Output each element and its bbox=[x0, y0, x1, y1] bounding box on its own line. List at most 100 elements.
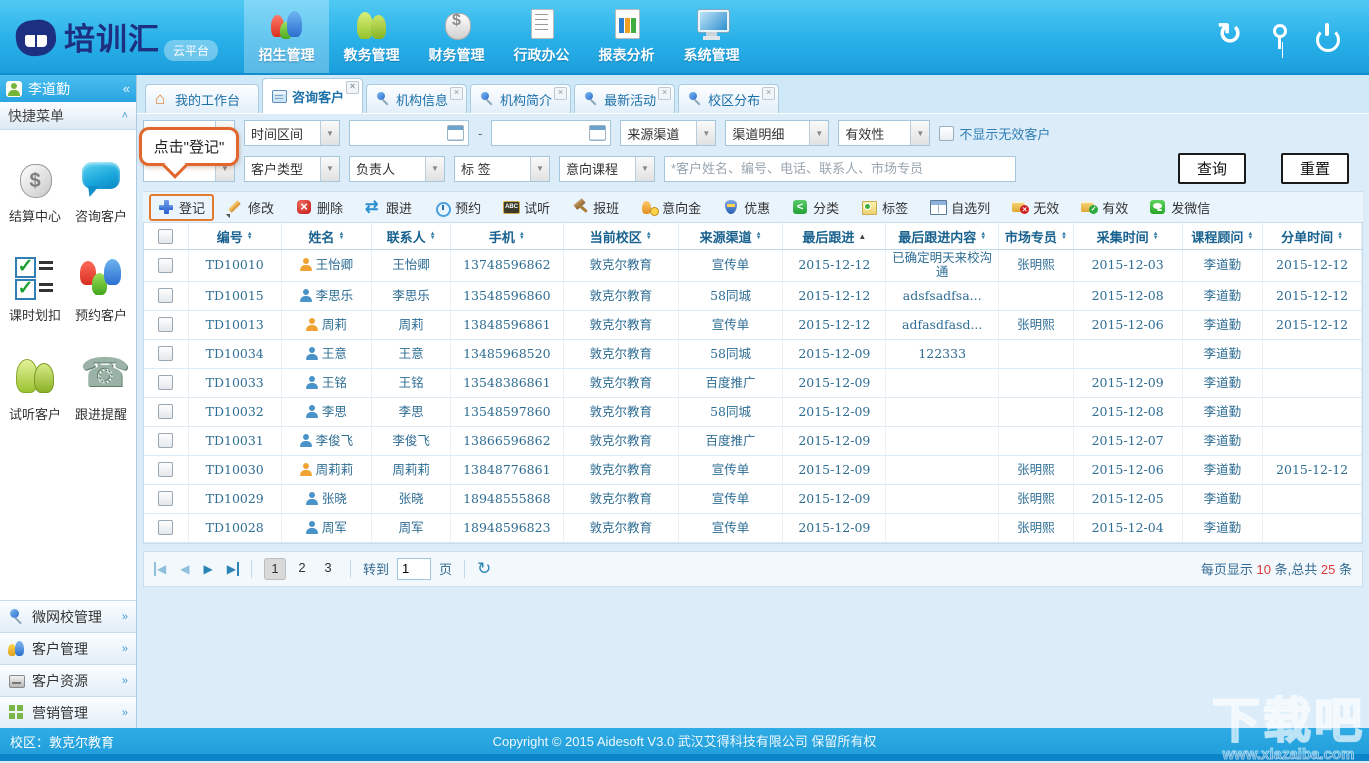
page-number-2[interactable]: 2 bbox=[292, 558, 312, 578]
valid-button[interactable]: 有效 bbox=[1072, 196, 1137, 219]
calendar-icon[interactable] bbox=[589, 125, 606, 141]
tab-org-intro[interactable]: 机构简介× bbox=[470, 84, 571, 113]
customer-search-input[interactable] bbox=[664, 156, 1016, 182]
invalid-button[interactable]: 无效 bbox=[1003, 196, 1068, 219]
row-checkbox[interactable] bbox=[158, 433, 173, 448]
sort-asc-icon[interactable]: ▲ bbox=[858, 232, 866, 241]
table-row[interactable]: TD10010王怡卿王怡卿13748596862敦克尔教育宣传单2015-12-… bbox=[144, 250, 1362, 282]
sort-both-icon[interactable]: ▲▼ bbox=[980, 232, 986, 240]
quick-item-settlement-center[interactable]: 结算中心 bbox=[3, 156, 67, 225]
quick-menu-header[interactable]: 快捷菜单 ˄ bbox=[0, 102, 136, 130]
filter-select-owner[interactable]: 负责人 ▼ bbox=[349, 156, 445, 182]
sidebar-item-marketing[interactable]: 营销管理» bbox=[0, 696, 136, 728]
sort-both-icon[interactable]: ▲▼ bbox=[338, 232, 344, 240]
column-header[interactable]: 姓名▲▼ bbox=[281, 223, 372, 250]
filter-select-validity[interactable]: 有效性 ▼ bbox=[838, 120, 930, 146]
table-row[interactable]: TD10028周军周军18948596823敦克尔教育宣传单2015-12-09… bbox=[144, 513, 1362, 542]
column-header[interactable]: 来源渠道▲▼ bbox=[678, 223, 783, 250]
table-row[interactable]: TD10030周莉莉周莉莉13848776861敦克尔教育宣传单2015-12-… bbox=[144, 455, 1362, 484]
column-header[interactable]: 最后跟进▲ bbox=[783, 223, 886, 250]
sidebar-item-customer-resource[interactable]: 客户资源» bbox=[0, 664, 136, 696]
table-row[interactable]: TD10032李思李思13548597860敦克尔教育58同城2015-12-0… bbox=[144, 397, 1362, 426]
select-all-checkbox[interactable] bbox=[158, 229, 173, 244]
refresh-icon[interactable] bbox=[1217, 23, 1245, 51]
sort-both-icon[interactable]: ▲▼ bbox=[1061, 232, 1067, 240]
date-from-input[interactable] bbox=[349, 120, 469, 146]
category-button[interactable]: 分类 bbox=[783, 196, 848, 219]
deposit-button[interactable]: 意向金 bbox=[632, 196, 710, 219]
sort-both-icon[interactable]: ▲▼ bbox=[1337, 232, 1343, 240]
sort-both-icon[interactable]: ▲▼ bbox=[519, 232, 525, 240]
column-header[interactable]: 课程顾问▲▼ bbox=[1182, 223, 1263, 250]
sidebar-item-customer-mgmt[interactable]: 客户管理» bbox=[0, 632, 136, 664]
filter-select-tag[interactable]: 标 签 ▼ bbox=[454, 156, 550, 182]
table-row[interactable]: TD10015李思乐李思乐13548596860敦克尔教育58同城2015-12… bbox=[144, 281, 1362, 310]
enroll-class-button[interactable]: 报班 bbox=[563, 196, 628, 219]
column-header[interactable]: 最后跟进内容▲▼ bbox=[886, 223, 999, 250]
row-checkbox[interactable] bbox=[158, 258, 173, 273]
table-row[interactable]: TD10033王铭王铭13548386861敦克尔教育百度推广2015-12-0… bbox=[144, 368, 1362, 397]
table-row[interactable]: TD10029张晓张晓18948555868敦克尔教育宣传单2015-12-09… bbox=[144, 484, 1362, 513]
filter-select-customer-type[interactable]: 客户类型 ▼ bbox=[244, 156, 340, 182]
row-checkbox[interactable] bbox=[158, 491, 173, 506]
row-checkbox[interactable] bbox=[158, 520, 173, 535]
sort-both-icon[interactable]: ▲▼ bbox=[646, 232, 652, 240]
date-to-input[interactable] bbox=[491, 120, 611, 146]
calendar-icon[interactable] bbox=[447, 125, 464, 141]
customer-name-cell[interactable]: 李俊飞 bbox=[281, 426, 372, 455]
column-header[interactable]: 联系人▲▼ bbox=[372, 223, 451, 250]
quick-item-consult-customers[interactable]: 咨询客户 bbox=[69, 156, 133, 225]
custom-columns-button[interactable]: 自选列 bbox=[921, 196, 999, 219]
customer-name-cell[interactable]: 周莉 bbox=[281, 310, 372, 339]
row-checkbox[interactable] bbox=[158, 317, 173, 332]
query-button[interactable]: 查询 bbox=[1178, 153, 1246, 184]
column-header[interactable]: 分单时间▲▼ bbox=[1263, 223, 1362, 250]
sort-both-icon[interactable]: ▲▼ bbox=[430, 232, 436, 240]
next-page-icon[interactable]: ▶ bbox=[200, 562, 215, 576]
column-header[interactable]: 采集时间▲▼ bbox=[1073, 223, 1182, 250]
quick-item-follow-reminder[interactable]: 跟进提醒 bbox=[69, 354, 133, 423]
column-header[interactable]: 市场专员▲▼ bbox=[999, 223, 1074, 250]
nav-item-academic[interactable]: 教务管理 bbox=[329, 0, 414, 73]
tab-consult-customers[interactable]: 咨询客户× bbox=[262, 78, 363, 113]
table-row[interactable]: TD10031李俊飞李俊飞13866596862敦克尔教育百度推广2015-12… bbox=[144, 426, 1362, 455]
filter-select-course[interactable]: 意向课程 ▼ bbox=[559, 156, 655, 182]
column-header[interactable]: 当前校区▲▼ bbox=[563, 223, 678, 250]
sort-both-icon[interactable]: ▲▼ bbox=[1153, 232, 1159, 240]
column-header[interactable]: 手机▲▼ bbox=[450, 223, 563, 250]
row-checkbox[interactable] bbox=[158, 404, 173, 419]
customer-name-cell[interactable]: 王意 bbox=[281, 339, 372, 368]
customer-name-cell[interactable]: 周军 bbox=[281, 513, 372, 542]
sort-both-icon[interactable]: ▲▼ bbox=[756, 232, 762, 240]
discount-button[interactable]: 优惠 bbox=[714, 196, 779, 219]
filter-select-time-range[interactable]: 时间区间 ▼ bbox=[244, 120, 340, 146]
send-wechat-button[interactable]: 发微信 bbox=[1141, 196, 1219, 219]
row-checkbox[interactable] bbox=[158, 346, 173, 361]
close-icon[interactable]: × bbox=[346, 81, 359, 94]
tag-button[interactable]: 标签 bbox=[852, 196, 917, 219]
row-checkbox[interactable] bbox=[158, 375, 173, 390]
customer-name-cell[interactable]: 李思乐 bbox=[281, 281, 372, 310]
reserve-button[interactable]: 预约 bbox=[425, 196, 490, 219]
quick-item-reserved-customers[interactable]: 预约客户 bbox=[69, 255, 133, 324]
column-header[interactable]: 编号▲▼ bbox=[188, 223, 281, 250]
modify-button[interactable]: 修改 bbox=[218, 196, 283, 219]
follow-button[interactable]: 跟进 bbox=[356, 196, 421, 219]
chevron-down-icon[interactable]: » bbox=[122, 675, 128, 687]
sidebar-user-bar[interactable]: 李道勤 « bbox=[0, 75, 136, 102]
reset-button[interactable]: 重置 bbox=[1281, 153, 1349, 184]
chevron-down-icon[interactable]: » bbox=[122, 707, 128, 719]
customer-name-cell[interactable]: 王怡卿 bbox=[281, 250, 372, 282]
checkbox-icon[interactable] bbox=[939, 126, 954, 141]
power-icon[interactable] bbox=[1313, 23, 1341, 51]
first-page-icon[interactable]: ◀ bbox=[154, 562, 169, 576]
prev-page-icon[interactable]: ◀ bbox=[177, 562, 192, 576]
chevron-down-icon[interactable]: » bbox=[122, 643, 128, 655]
customer-name-cell[interactable]: 王铭 bbox=[281, 368, 372, 397]
quick-item-trial-customers[interactable]: 试听客户 bbox=[3, 354, 67, 423]
table-row[interactable]: TD10034王意王意13485968520敦克尔教育58同城2015-12-0… bbox=[144, 339, 1362, 368]
row-checkbox[interactable] bbox=[158, 288, 173, 303]
row-checkbox[interactable] bbox=[158, 462, 173, 477]
hide-invalid-customers-checkbox[interactable]: 不显示无效客户 bbox=[939, 124, 1050, 143]
customer-name-cell[interactable]: 李思 bbox=[281, 397, 372, 426]
